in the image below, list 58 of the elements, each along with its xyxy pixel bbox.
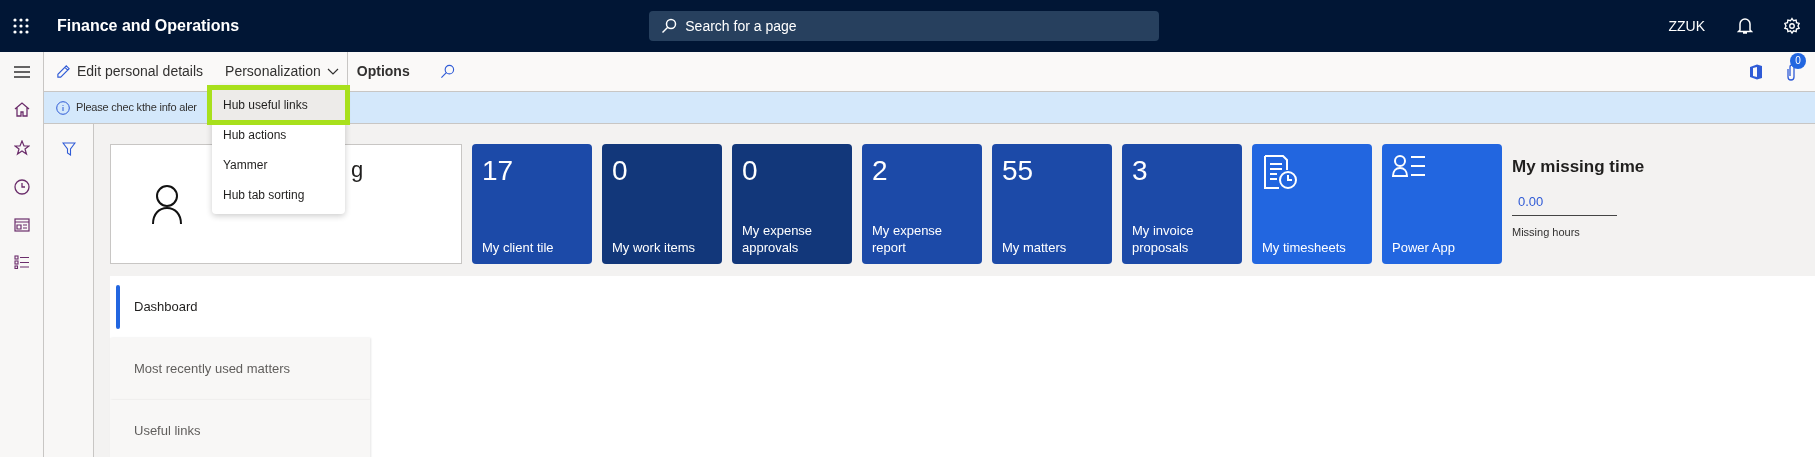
profile-name: g — [351, 156, 364, 184]
tile-label: My client tile — [482, 239, 555, 256]
hub-tab[interactable]: Most recently used matters — [110, 338, 370, 400]
chevron-icon — [326, 67, 339, 76]
summary-tile[interactable]: Power App — [1382, 144, 1502, 264]
pencil-icon — [56, 64, 71, 79]
menu-item[interactable]: Hub actions — [212, 120, 345, 150]
workspace-icon[interactable] — [13, 218, 30, 232]
star-icon[interactable] — [13, 140, 30, 156]
hub-tab[interactable]: Useful links — [110, 400, 370, 457]
tile-label: My invoice proposals — [1132, 222, 1195, 256]
missing-time-title: My missing time — [1512, 156, 1645, 178]
contact-list-icon — [1392, 154, 1428, 178]
summary-tile[interactable]: 55 My matters — [992, 144, 1112, 264]
tile-count: 0 — [612, 154, 629, 188]
menu-icon[interactable] — [13, 66, 30, 78]
summary-tile[interactable]: 0 My expense approvals — [732, 144, 852, 264]
attachment-count-badge: 0 — [1790, 52, 1806, 69]
search-icon — [661, 18, 678, 34]
office-icon[interactable] — [1749, 63, 1763, 80]
tile-label: My expense approvals — [742, 222, 814, 256]
tile-label: My work items — [612, 239, 697, 256]
search-field[interactable]: Search for a page — [649, 11, 1160, 41]
company-name[interactable]: ZZUK — [1668, 15, 1705, 37]
missing-hours-label: Missing hours — [1512, 225, 1581, 240]
info-message: Please chec kthe info aler — [76, 100, 197, 116]
summary-tile[interactable]: 17 My client tile — [472, 144, 592, 264]
filter-icon[interactable] — [61, 142, 76, 156]
clock-icon[interactable] — [13, 179, 30, 195]
search-icon[interactable] — [439, 64, 455, 79]
summary-tile[interactable]: 3 My invoice proposals — [1122, 144, 1242, 264]
menu-item[interactable]: Hub tab sorting — [212, 180, 345, 210]
tile-label: Power App — [1392, 239, 1456, 256]
options-button[interactable]: Options — [356, 61, 410, 82]
app-title: Finance and Operations — [57, 16, 240, 36]
attachment-icon[interactable] — [1785, 62, 1797, 81]
home-icon[interactable] — [13, 101, 30, 117]
tile-label: My expense report — [872, 222, 944, 256]
edit-personal-details-button[interactable]: Edit personal details — [56, 61, 204, 82]
notification-bell-icon[interactable] — [1737, 17, 1753, 35]
tile-label: My timesheets — [1262, 239, 1347, 256]
summary-tile[interactable]: 2 My expense report — [862, 144, 982, 264]
tile-count: 17 — [482, 154, 515, 188]
missing-hours-field: 0.00 — [1512, 191, 1617, 216]
summary-tile[interactable]: 0 My work items — [602, 144, 722, 264]
tile-label: My matters — [1002, 239, 1068, 256]
timesheet-icon — [1262, 154, 1298, 190]
menu-item[interactable]: Yammer — [212, 150, 345, 180]
tile-count: 55 — [1002, 154, 1035, 188]
settings-icon[interactable] — [1783, 17, 1801, 35]
info-icon — [56, 100, 70, 115]
tile-count: 2 — [872, 154, 889, 188]
tile-count: 3 — [1132, 154, 1149, 188]
app-launcher-icon[interactable] — [12, 17, 30, 35]
list-icon[interactable] — [13, 255, 30, 269]
tile-count: 0 — [742, 154, 759, 188]
summary-tile[interactable]: My timesheets — [1252, 144, 1372, 264]
person-icon — [151, 184, 183, 224]
